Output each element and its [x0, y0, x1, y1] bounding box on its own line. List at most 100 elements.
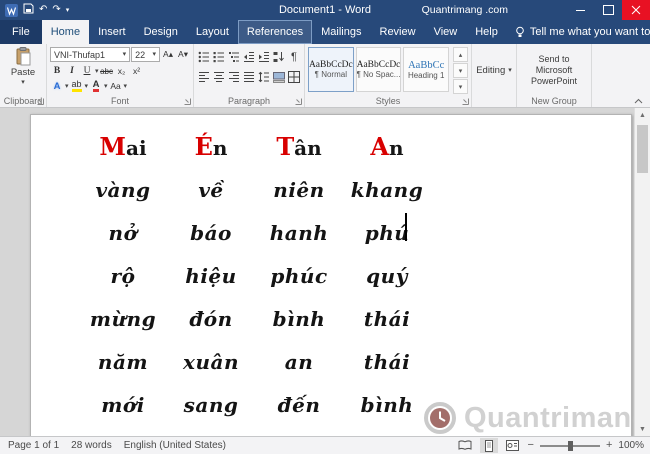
- subscript-button[interactable]: x₂: [115, 64, 129, 78]
- paragraph-dialog-launcher[interactable]: [295, 98, 302, 105]
- clipboard-dialog-launcher[interactable]: [37, 98, 44, 105]
- align-center-icon[interactable]: [212, 70, 226, 84]
- minimize-icon: [575, 9, 585, 11]
- vertical-scrollbar[interactable]: ▲ ▼: [634, 108, 650, 437]
- calligraphy-word: đến: [277, 392, 321, 417]
- watermark-clock-icon: [424, 402, 456, 434]
- highlight-button[interactable]: ab: [71, 80, 82, 92]
- style-no-spacing[interactable]: AaBbCcDc ¶ No Spac...: [355, 47, 402, 92]
- italic-button[interactable]: I: [65, 64, 79, 78]
- font-name-combo[interactable]: VNI-Thufap1 ▾: [50, 47, 131, 62]
- save-icon[interactable]: [23, 3, 34, 17]
- watermark: Quantrimang: [423, 401, 650, 435]
- grow-font-button[interactable]: A▴: [161, 48, 175, 62]
- text-effects-caret-icon[interactable]: ▾: [65, 83, 69, 90]
- style-heading-1[interactable]: AaBbCc Heading 1: [403, 47, 450, 92]
- zoom-slider[interactable]: [539, 440, 600, 451]
- heading-word: Tân: [276, 132, 322, 161]
- increase-indent-icon[interactable]: [257, 50, 271, 64]
- calligraphy-word: hanh: [269, 220, 329, 245]
- page-count[interactable]: Page 1 of 1: [8, 440, 59, 451]
- tab-mailings[interactable]: Mailings: [312, 20, 370, 44]
- styles-scroll-up-icon[interactable]: ▴: [453, 47, 469, 62]
- paste-icon: [16, 47, 31, 66]
- tab-layout[interactable]: Layout: [187, 20, 238, 44]
- tab-references[interactable]: References: [237, 20, 313, 44]
- zoom-thumb[interactable]: [567, 440, 573, 451]
- justify-icon[interactable]: [242, 70, 256, 84]
- calligraphy-word: nở: [108, 220, 138, 245]
- change-case-button[interactable]: Aa: [109, 79, 123, 93]
- calligraphy-word: phú: [364, 220, 410, 245]
- line-spacing-icon[interactable]: [257, 70, 271, 84]
- undo-icon[interactable]: ↶: [39, 5, 47, 15]
- bold-button[interactable]: B: [50, 64, 64, 78]
- print-layout-button[interactable]: [479, 438, 498, 453]
- tab-file[interactable]: File: [0, 20, 42, 44]
- tab-view[interactable]: View: [425, 20, 467, 44]
- calligraphy-word: bình: [360, 392, 414, 417]
- borders-icon[interactable]: [287, 70, 301, 84]
- align-left-icon[interactable]: [197, 70, 211, 84]
- zoom-out-button[interactable]: −: [528, 440, 534, 451]
- page[interactable]: Mai Én Tân An vàng về niên khang nở báo …: [30, 114, 649, 437]
- send-to-powerpoint-button[interactable]: Send to Microsoft PowerPoint: [520, 47, 588, 94]
- multilevel-list-icon[interactable]: [227, 50, 241, 64]
- strikethrough-button[interactable]: abc: [100, 64, 114, 78]
- tell-me-box[interactable]: Tell me what you want to do: [507, 20, 650, 44]
- account-name[interactable]: Quantrimang .com: [422, 4, 508, 16]
- bullets-icon[interactable]: [197, 50, 211, 64]
- font-dialog-launcher[interactable]: [184, 98, 191, 105]
- word-app-icon[interactable]: [5, 3, 18, 17]
- tab-help[interactable]: Help: [466, 20, 507, 44]
- underline-caret-icon[interactable]: ▾: [95, 68, 99, 75]
- decrease-indent-icon[interactable]: [242, 50, 256, 64]
- quick-access-toolbar: ↶ ↷ ▾: [0, 3, 69, 17]
- read-mode-icon: [458, 440, 472, 450]
- font-size-combo[interactable]: 22 ▾: [131, 47, 160, 62]
- scroll-up-icon[interactable]: ▲: [635, 108, 650, 123]
- editing-caret-icon: ▾: [508, 67, 512, 74]
- styles-dialog-launcher[interactable]: [462, 98, 469, 105]
- tab-home[interactable]: Home: [41, 20, 90, 44]
- calligraphy-word: mừng: [89, 306, 157, 331]
- align-right-icon[interactable]: [227, 70, 241, 84]
- scrollbar-thumb[interactable]: [637, 125, 648, 173]
- read-mode-button[interactable]: [456, 438, 474, 453]
- new-group: Send to Microsoft PowerPoint New Group: [517, 44, 592, 107]
- customize-qat-caret-icon[interactable]: ▾: [66, 7, 70, 14]
- web-layout-button[interactable]: [504, 438, 522, 453]
- language-indicator[interactable]: English (United States): [124, 440, 226, 451]
- change-case-caret-icon[interactable]: ▾: [124, 83, 128, 90]
- redo-icon[interactable]: ↷: [52, 5, 60, 15]
- paste-button[interactable]: Paste ▾: [3, 47, 43, 94]
- sort-icon[interactable]: [272, 50, 286, 64]
- text-effects-button[interactable]: A: [50, 79, 64, 93]
- close-button[interactable]: [622, 0, 650, 20]
- scroll-down-icon[interactable]: ▼: [635, 422, 650, 437]
- word-count[interactable]: 28 words: [71, 440, 112, 451]
- show-hide-paragraph-icon[interactable]: ¶: [287, 50, 301, 64]
- highlight-caret-icon[interactable]: ▾: [85, 83, 89, 90]
- font-color-button[interactable]: A: [92, 80, 100, 93]
- numbering-icon[interactable]: [212, 50, 226, 64]
- minimize-button[interactable]: [566, 0, 594, 20]
- editing-button[interactable]: Editing ▾: [475, 47, 513, 94]
- collapse-ribbon-icon[interactable]: [634, 98, 643, 104]
- tab-review[interactable]: Review: [371, 20, 425, 44]
- zoom-in-button[interactable]: +: [606, 440, 612, 451]
- heading-word: An: [370, 132, 404, 161]
- tab-design[interactable]: Design: [135, 20, 187, 44]
- tab-insert[interactable]: Insert: [89, 20, 135, 44]
- superscript-button[interactable]: x²: [130, 64, 144, 78]
- styles-scroll-down-icon[interactable]: ▾: [453, 63, 469, 78]
- shading-icon[interactable]: [272, 70, 286, 84]
- underline-button[interactable]: U: [80, 64, 94, 78]
- maximize-button[interactable]: [594, 0, 622, 20]
- style-normal[interactable]: AaBbCcDc ¶ Normal: [308, 47, 354, 92]
- styles-gallery-expand-icon[interactable]: ▾: [453, 79, 469, 94]
- font-color-caret-icon[interactable]: ▾: [104, 83, 108, 90]
- zoom-level[interactable]: 100%: [618, 440, 644, 451]
- shrink-font-button[interactable]: A▾: [176, 48, 190, 62]
- calligraphy-word: năm: [97, 349, 149, 374]
